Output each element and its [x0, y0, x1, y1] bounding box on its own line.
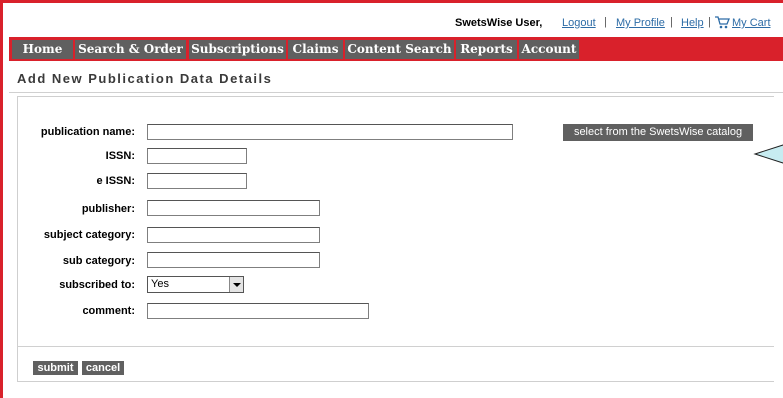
frame-border-left	[0, 0, 3, 398]
title-divider	[9, 92, 783, 93]
subject-category-input[interactable]	[147, 227, 320, 243]
logout-link[interactable]: Logout	[562, 17, 596, 29]
tab-reports[interactable]: Reports	[456, 40, 517, 59]
form-divider	[17, 346, 774, 347]
tab-subscriptions[interactable]: Subscriptions	[189, 40, 286, 59]
page-title: Add New Publication Data Details	[17, 71, 273, 86]
issn-label: ISSN:	[105, 150, 135, 162]
tab-home[interactable]: Home	[12, 40, 73, 59]
sub-category-label: sub category:	[62, 255, 135, 267]
eissn-input[interactable]	[147, 173, 247, 189]
tab-content-search[interactable]: Content Search	[345, 40, 454, 59]
chevron-down-icon[interactable]	[229, 277, 243, 292]
frame-border-top	[0, 0, 783, 3]
eissn-label: e ISSN:	[96, 175, 135, 187]
my-cart-link[interactable]: My Cart	[732, 17, 771, 29]
comment-label: comment:	[82, 305, 135, 317]
publisher-input[interactable]	[147, 200, 320, 216]
link-separator: |	[708, 16, 711, 28]
submit-button[interactable]: submit	[33, 361, 78, 375]
publication-name-input[interactable]	[147, 124, 513, 140]
tab-account[interactable]: Account	[519, 40, 579, 59]
publication-name-label: publication name:	[40, 126, 135, 138]
subscribed-to-value: Yes	[151, 278, 169, 290]
comment-input[interactable]	[147, 303, 369, 319]
subscribed-to-label: subscribed to:	[59, 279, 135, 291]
link-separator: |	[670, 16, 673, 28]
subscribed-to-select[interactable]: Yes	[147, 276, 244, 293]
subject-category-label: subject category:	[43, 229, 135, 241]
callout-pointer	[753, 144, 783, 164]
tab-search-order[interactable]: Search & Order	[75, 40, 186, 59]
select-from-catalog-button[interactable]: select from the SwetsWise catalog	[563, 124, 753, 141]
my-profile-link[interactable]: My Profile	[616, 17, 665, 29]
help-link[interactable]: Help	[681, 17, 704, 29]
sub-category-input[interactable]	[147, 252, 320, 268]
link-separator: |	[604, 16, 607, 28]
utility-bar: SwetsWise User, Logout | My Profile | He…	[0, 14, 783, 34]
publisher-label: publisher:	[81, 203, 135, 215]
issn-input[interactable]	[147, 148, 247, 164]
user-name: SwetsWise User,	[455, 17, 543, 29]
tab-claims[interactable]: Claims	[288, 40, 343, 59]
main-nav: Home Search & Order Subscriptions Claims…	[9, 37, 783, 61]
cancel-button[interactable]: cancel	[82, 361, 124, 375]
cart-icon[interactable]	[715, 16, 730, 29]
